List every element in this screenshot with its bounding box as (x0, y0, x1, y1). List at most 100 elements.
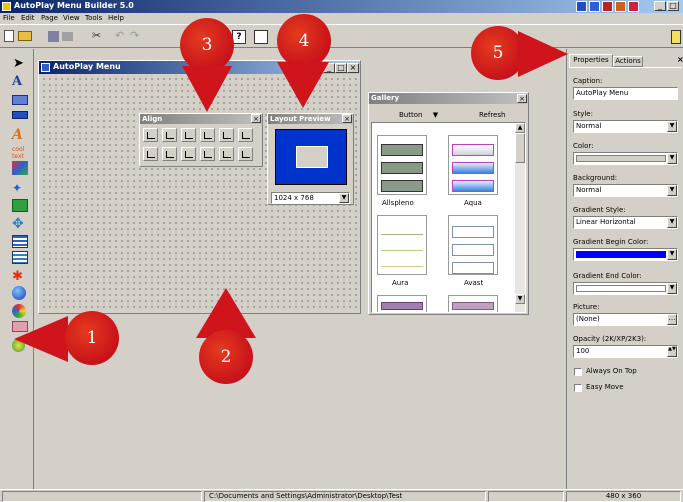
opacity-field[interactable]: 100 ▲▼ (573, 345, 678, 358)
list-tool-icon[interactable] (12, 235, 28, 248)
flash-tool-icon[interactable]: ✱ (12, 270, 28, 286)
align-right-button[interactable] (181, 128, 196, 142)
app-maximize-button[interactable]: □ (667, 1, 679, 11)
background-label: Background: (573, 174, 618, 182)
gallery-item-allspleno[interactable] (377, 135, 427, 195)
status-bar: C:\Documents and Settings\Administrator\… (0, 489, 683, 502)
tab-properties[interactable]: Properties (569, 54, 613, 67)
shapes-tool-icon[interactable] (12, 161, 28, 175)
cut-icon[interactable]: ✂ (92, 30, 106, 44)
open-icon[interactable] (18, 31, 32, 41)
space-horizontal-button[interactable] (143, 147, 158, 161)
gallery-item-avast[interactable] (448, 215, 498, 275)
layout-preview-screen (275, 129, 347, 185)
effects-tool-icon[interactable]: ✦ (12, 181, 28, 197)
app-title: AutoPlay Menu Builder 5.0 (14, 1, 134, 10)
gradient-style-select[interactable]: Linear Horizontal ▼ (573, 216, 678, 229)
gradient-begin-dropdown-icon[interactable]: ▼ (667, 249, 677, 260)
layout-preview-close-button[interactable]: × (342, 114, 352, 123)
same-height-button[interactable] (200, 147, 215, 161)
web-tool-icon[interactable] (12, 286, 26, 300)
background-dropdown-icon[interactable]: ▼ (667, 185, 677, 196)
align-middle-button[interactable] (219, 128, 234, 142)
opacity-value: 100 (576, 347, 590, 355)
gallery-close-button[interactable]: × (517, 94, 527, 103)
background-select[interactable]: Normal ▼ (573, 184, 678, 197)
same-width-button[interactable] (181, 147, 196, 161)
color-dropdown-icon[interactable]: ▼ (667, 153, 677, 164)
space-vertical-button[interactable] (162, 147, 177, 161)
cool-text-icon[interactable]: cool text (12, 146, 28, 162)
gallery-refresh-button[interactable]: Refresh (479, 111, 505, 119)
pointer-tool-icon[interactable]: ➤ (13, 57, 29, 73)
menu-edit[interactable]: Edit (21, 14, 35, 22)
opacity-spinner[interactable]: ▲▼ (667, 346, 677, 357)
callout-3-pointer (182, 66, 232, 112)
print-icon[interactable] (62, 32, 73, 41)
caption-field[interactable]: AutoPlay Menu (573, 87, 678, 100)
text-tool-icon[interactable]: A (12, 75, 28, 91)
resolution-select[interactable]: 1024 x 768 ▼ (271, 192, 350, 204)
label-tool-icon[interactable] (12, 95, 28, 105)
app-icon (2, 2, 11, 11)
align-top-button[interactable] (200, 128, 215, 142)
resolution-dropdown-icon[interactable]: ▼ (339, 193, 349, 203)
gallery-type-dropdown[interactable]: Button ▼ (399, 111, 438, 119)
style-select[interactable]: Normal ▼ (573, 120, 678, 133)
gallery-item-partial[interactable] (448, 295, 498, 312)
scroll-down-icon[interactable]: ▼ (515, 294, 525, 304)
help-icon[interactable]: ? (232, 30, 246, 44)
gallery-item-partial[interactable] (377, 295, 427, 312)
design-window-maximize-button[interactable]: □ (335, 63, 347, 73)
color-select[interactable]: ▼ (573, 152, 678, 165)
gallery-title-bar: Gallery (369, 93, 528, 104)
align-panel-close-button[interactable]: × (251, 114, 261, 123)
menu-file[interactable]: File (3, 14, 15, 22)
gradient-begin-swatch (576, 251, 666, 258)
gallery-item-aura[interactable] (377, 215, 427, 275)
save-icon[interactable] (48, 31, 59, 42)
caption-label: Caption: (573, 77, 603, 85)
menu-view[interactable]: View (63, 14, 80, 22)
gradient-style-dropdown-icon[interactable]: ▼ (667, 217, 677, 228)
gallery-scrollbar[interactable]: ▲ ▼ (515, 123, 525, 312)
easy-move-checkbox[interactable] (574, 384, 582, 392)
gradient-end-select[interactable]: ▼ (573, 282, 678, 295)
design-window-close-button[interactable]: × (347, 63, 359, 73)
picture-label: Picture: (573, 303, 600, 311)
menu-page[interactable]: Page (41, 14, 58, 22)
gradient-begin-select[interactable]: ▼ (573, 248, 678, 261)
hotspot-tool-icon[interactable]: ✥ (12, 217, 28, 233)
align-bottom-button[interactable] (238, 128, 253, 142)
app-minimize-button[interactable]: _ (654, 1, 666, 11)
always-on-top-checkbox[interactable] (574, 368, 582, 376)
listbox-tool-icon[interactable] (12, 251, 28, 264)
image-tool-icon[interactable] (12, 199, 28, 212)
styled-text-icon[interactable]: A (12, 128, 28, 144)
menu-help[interactable]: Help (108, 14, 124, 22)
undo-icon[interactable]: ↶ (115, 30, 129, 44)
style-dropdown-icon[interactable]: ▼ (667, 121, 677, 132)
tab-actions[interactable]: Actions (613, 56, 643, 67)
same-size-button[interactable] (219, 147, 234, 161)
panel-close-icon[interactable]: × (677, 55, 683, 64)
layout-preview-title: Layout Preview (270, 115, 331, 123)
gradient-end-dropdown-icon[interactable]: ▼ (667, 283, 677, 294)
callout-5-pointer (518, 31, 568, 77)
scroll-up-icon[interactable]: ▲ (515, 123, 525, 133)
scroll-thumb[interactable] (515, 133, 525, 163)
picture-field[interactable]: (None)… (573, 313, 678, 326)
new-icon[interactable] (4, 30, 14, 42)
gallery-item-aqua[interactable] (448, 135, 498, 195)
align-left-button[interactable] (143, 128, 158, 142)
center-page-button[interactable] (238, 147, 253, 161)
grid-icon[interactable] (254, 30, 268, 44)
redo-icon[interactable]: ↷ (130, 30, 144, 44)
picture-browse-button[interactable]: … (667, 314, 677, 325)
button-tool-icon[interactable] (12, 111, 28, 119)
panel-toggle-icon[interactable] (671, 30, 681, 44)
status-segment-left (2, 491, 202, 502)
menu-bar: File Edit Page View Tools Help (0, 13, 683, 24)
align-center-button[interactable] (162, 128, 177, 142)
menu-tools[interactable]: Tools (85, 14, 102, 22)
